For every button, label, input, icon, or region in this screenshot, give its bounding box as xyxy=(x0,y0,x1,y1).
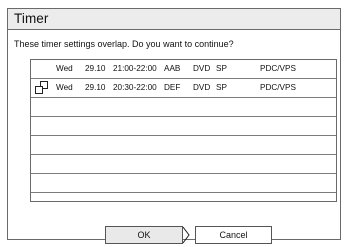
focus-cursor-icon xyxy=(183,226,190,244)
row-day: Wed xyxy=(56,64,73,73)
row-pdc: PDC/VPS xyxy=(260,64,296,73)
ok-button[interactable]: OK xyxy=(105,226,183,244)
row-media: DVD xyxy=(193,83,211,92)
row-mode: SP xyxy=(216,83,227,92)
empty-row xyxy=(31,136,336,155)
row-date: 29.10 xyxy=(85,64,106,73)
row-time: 20:30-22:00 xyxy=(113,83,157,92)
row-pdc: PDC/VPS xyxy=(260,83,296,92)
empty-row xyxy=(31,98,336,117)
dialog-title: Timer xyxy=(14,11,49,26)
row-channel: AAB xyxy=(164,64,181,73)
row-media: DVD xyxy=(193,64,211,73)
timer-dialog: Timer These timer settings overlap. Do y… xyxy=(7,8,341,244)
empty-row xyxy=(31,117,336,136)
cancel-button[interactable]: Cancel xyxy=(195,226,272,244)
row-day: Wed xyxy=(56,83,73,92)
title-bar: Timer xyxy=(8,9,340,30)
row-mode: SP xyxy=(216,64,227,73)
row-date: 29.10 xyxy=(85,83,106,92)
empty-row xyxy=(31,174,336,193)
timer-list: Wed 29.10 21:00-22:00 AAB DVD SP PDC/VPS… xyxy=(30,59,337,202)
row-time: 21:00-22:00 xyxy=(113,64,157,73)
timer-row[interactable]: Wed 29.10 21:00-22:00 AAB DVD SP PDC/VPS xyxy=(31,60,336,79)
timer-row[interactable]: Wed 29.10 20:30-22:00 DEF DVD SP PDC/VPS xyxy=(31,79,336,98)
overlap-icon xyxy=(35,81,48,94)
overlap-message: These timer settings overlap. Do you wan… xyxy=(14,39,234,49)
row-channel: DEF xyxy=(164,83,181,92)
empty-row xyxy=(31,155,336,174)
